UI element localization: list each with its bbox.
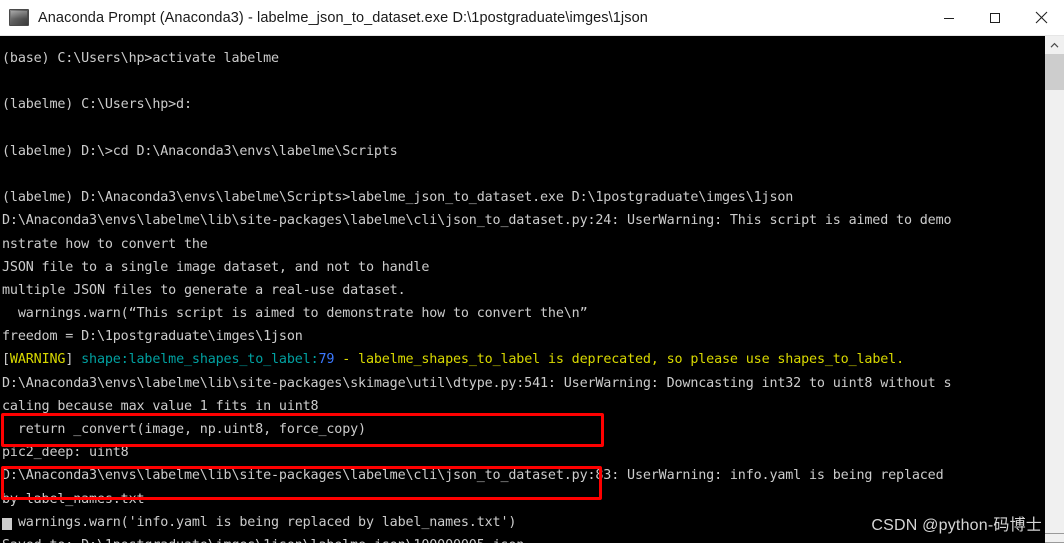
- console-window: Anaconda Prompt (Anaconda3) - labelme_js…: [0, 0, 1064, 543]
- terminal-line: by label_names.txt: [0, 488, 1044, 511]
- terminal-line: Saved to: D:\1postgraduate\imges\1json\l…: [0, 534, 1044, 543]
- terminal-text: multiple JSON files to generate a real-u…: [2, 282, 406, 298]
- terminal-output[interactable]: (base) C:\Users\hp>activate labelme (lab…: [0, 36, 1044, 543]
- terminal-text: [: [2, 352, 10, 368]
- terminal-text: D:\Anaconda3\envs\labelme\lib\site-packa…: [2, 213, 952, 229]
- terminal-text: ]: [65, 352, 82, 368]
- terminal-line: (labelme) C:\Users\hp>d:: [0, 93, 1044, 116]
- terminal-line: nstrate how to convert the: [0, 233, 1044, 256]
- maximize-button[interactable]: [972, 0, 1018, 36]
- terminal-line: warnings.warn(“This script is aimed to d…: [0, 302, 1044, 325]
- terminal-text: Saved to: D:\1postgraduate\imges\1json\l…: [2, 538, 524, 543]
- terminal-text: (labelme) C:\Users\hp>d:: [2, 97, 192, 113]
- terminal-line: D:\Anaconda3\envs\labelme\lib\site-packa…: [0, 372, 1044, 395]
- terminal-text: D:\Anaconda3\envs\labelme\lib\site-packa…: [2, 375, 952, 391]
- close-button[interactable]: [1018, 0, 1064, 36]
- minimize-button[interactable]: [926, 0, 972, 36]
- terminal-line: D:\Anaconda3\envs\labelme\lib\site-packa…: [0, 209, 1044, 232]
- terminal-text: shape:labelme_shapes_to_label:: [81, 352, 319, 368]
- terminal-line: freedom = D:\1postgraduate\imges\1json: [0, 325, 1044, 348]
- window-title: Anaconda Prompt (Anaconda3) - labelme_js…: [38, 9, 648, 26]
- terminal-text: caling because max value 1 fits in uint8: [2, 398, 319, 414]
- terminal-line: [WARNING] shape:labelme_shapes_to_label:…: [0, 348, 1044, 371]
- terminal-text: D:\Anaconda3\envs\labelme\lib\site-packa…: [2, 468, 944, 484]
- scrollbar-tick: [1045, 533, 1064, 534]
- terminal-line: caling because max value 1 fits in uint8: [0, 395, 1044, 418]
- terminal-text: - labelme_shapes_to_label is deprecated,…: [334, 352, 904, 368]
- terminal-text: warnings.warn(“This script is aimed to d…: [2, 306, 588, 322]
- terminal-text: freedom = D:\1postgraduate\imges\1json: [2, 329, 303, 345]
- scroll-up-icon[interactable]: [1045, 36, 1064, 54]
- scrollbar-thumb[interactable]: [1045, 54, 1064, 90]
- terminal-line: (base) C:\Users\hp>activate labelme: [0, 47, 1044, 70]
- terminal-line: return _convert(image, np.uint8, force_c…: [0, 418, 1044, 441]
- terminal-text: JSON file to a single image dataset, and…: [2, 259, 430, 275]
- title-bar[interactable]: Anaconda Prompt (Anaconda3) - labelme_js…: [0, 0, 1064, 36]
- terminal-line: (labelme) D:\>cd D:\Anaconda3\envs\label…: [0, 140, 1044, 163]
- terminal-line: multiple JSON files to generate a real-u…: [0, 279, 1044, 302]
- terminal-line: (labelme) D:\Anaconda3\envs\labelme\Scri…: [0, 186, 1044, 209]
- scrollbar-bottom-marks: [1045, 525, 1064, 543]
- terminal-text: warnings.warn('info.yaml is being replac…: [2, 514, 517, 530]
- terminal-text: 79: [318, 352, 335, 368]
- vertical-scrollbar[interactable]: [1044, 36, 1064, 543]
- terminal-text: return _convert(image, np.uint8, force_c…: [2, 422, 366, 437]
- terminal-text: pic2_deep: uint8: [2, 445, 129, 461]
- terminal-line: JSON file to a single image dataset, and…: [0, 256, 1044, 279]
- console-icon: [9, 9, 29, 26]
- terminal-text: by label_names.txt: [2, 491, 145, 507]
- terminal-cursor: [2, 518, 12, 530]
- terminal-text: (base) C:\Users\hp>activate labelme: [2, 51, 279, 66]
- terminal-text: nstrate how to convert the: [2, 236, 208, 252]
- terminal-text: WARNING: [9, 352, 66, 368]
- watermark: CSDN @python-码博士: [871, 517, 1042, 534]
- terminal-text: (labelme) D:\>cd D:\Anaconda3\envs\label…: [2, 143, 398, 159]
- terminal-text: (labelme) D:\Anaconda3\envs\labelme\Scri…: [2, 190, 794, 206]
- terminal-line: D:\Anaconda3\envs\labelme\lib\site-packa…: [0, 464, 1044, 487]
- terminal-line: pic2_deep: uint8: [0, 441, 1044, 464]
